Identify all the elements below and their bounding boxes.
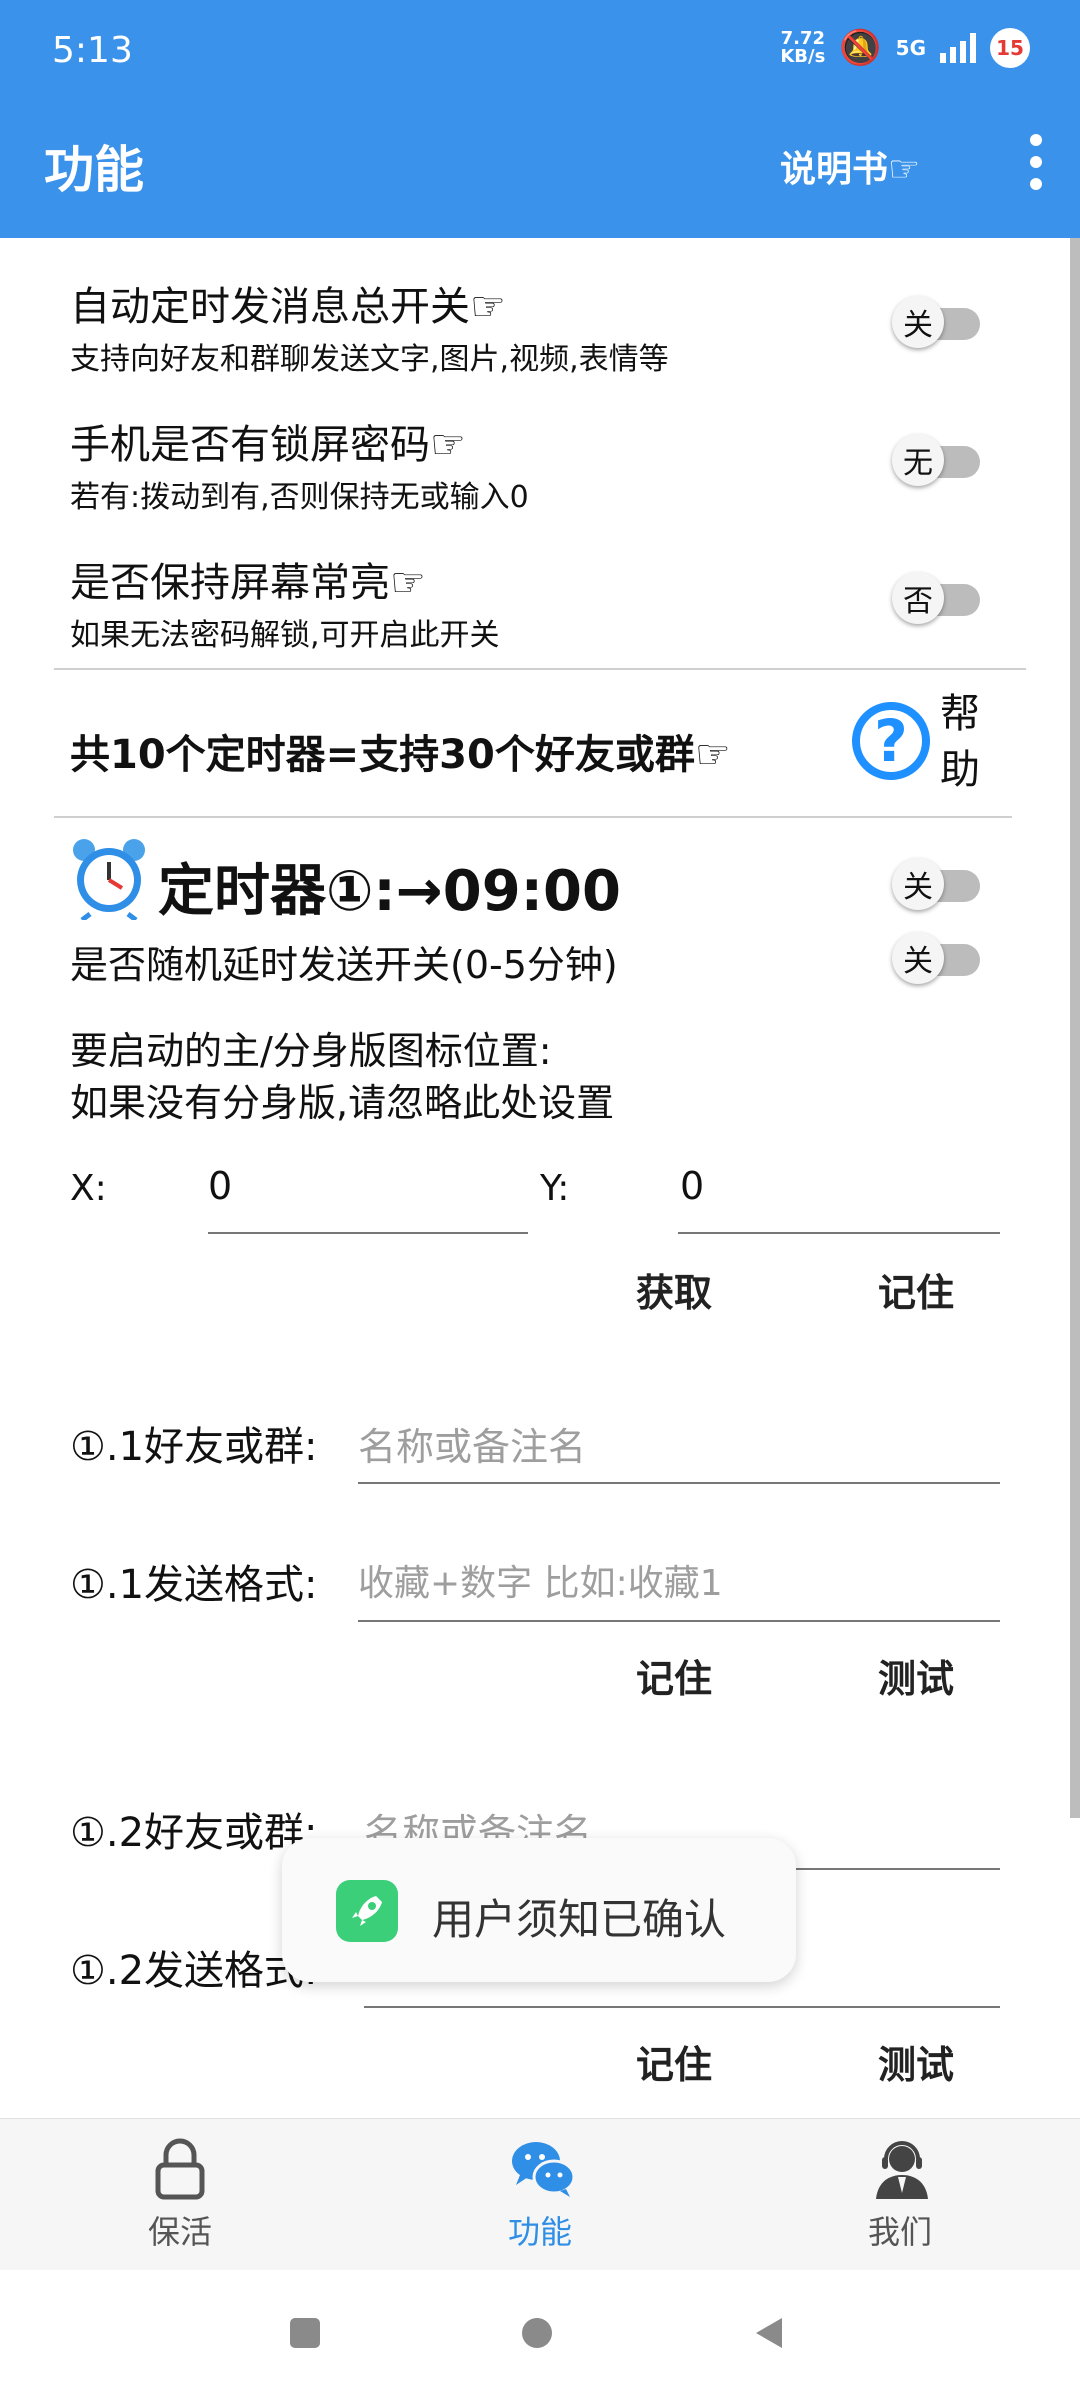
- x-input[interactable]: 0: [208, 1164, 232, 1208]
- y-input-underline: [678, 1232, 1000, 1234]
- net-speed: 7.72 KB/s: [780, 28, 826, 67]
- toast-message: 用户须知已确认: [432, 1895, 727, 1944]
- page-title: 功能: [44, 141, 144, 199]
- format-label-1: ①.1发送格式:: [70, 1562, 318, 1608]
- setting-subtitle: 支持向好友和群聊发送文字,图片,视频,表情等: [70, 342, 669, 377]
- mute-bell-icon: 🔕: [839, 28, 882, 68]
- toggle-lock-password[interactable]: 无: [892, 434, 982, 486]
- y-input[interactable]: 0: [680, 1164, 704, 1208]
- status-icons: 7.72 KB/s 🔕 5G 15: [780, 28, 1030, 68]
- format-input-1[interactable]: 收藏+数字 比如:收藏1: [358, 1554, 723, 1606]
- setting-title: 手机是否有锁屏密码☞: [70, 422, 466, 468]
- friend-label-1: ①.1好友或群:: [70, 1424, 318, 1470]
- remember-position-button[interactable]: 记住: [878, 1262, 954, 1317]
- notification-badge: 15: [990, 28, 1030, 68]
- x-label: X:: [70, 1168, 107, 1209]
- get-position-button[interactable]: 获取: [636, 1262, 712, 1317]
- recent-apps-icon[interactable]: [290, 2318, 320, 2348]
- timer-title: 定时器①:→09:00: [158, 859, 621, 924]
- icon-position-hint-2: 如果没有分身版,请忽略此处设置: [70, 1081, 615, 1125]
- toggle-random-delay[interactable]: 关: [892, 932, 982, 984]
- remember-button-2[interactable]: 记住: [636, 2034, 712, 2089]
- friend-input-1-underline: [358, 1482, 1000, 1484]
- signal-icon: [940, 33, 976, 63]
- rocket-app-icon: [336, 1880, 398, 1942]
- toggle-timer-1[interactable]: 关: [892, 858, 982, 910]
- format-input-2-underline: [364, 2006, 1000, 2008]
- toggle-auto-send[interactable]: 关: [892, 296, 982, 348]
- toggle-screen-on[interactable]: 否: [892, 572, 982, 624]
- friend-input-1[interactable]: 名称或备注名: [358, 1416, 586, 1471]
- timers-summary: 共10个定时器=支持30个好友或群☞: [70, 732, 731, 778]
- random-delay-label: 是否随机延时发送开关(0-5分钟): [70, 943, 618, 987]
- setting-subtitle: 若有:拨动到有,否则保持无或输入0: [70, 480, 529, 515]
- toast: 用户须知已确认: [282, 1838, 796, 1982]
- setting-title: 自动定时发消息总开关☞: [70, 284, 506, 330]
- format-input-1-underline: [358, 1620, 1000, 1622]
- lock-icon: [150, 2137, 210, 2201]
- support-agent-icon: [870, 2137, 930, 2201]
- remember-button-1[interactable]: 记住: [636, 1648, 712, 1703]
- scrollbar-thumb[interactable]: [1070, 238, 1080, 1818]
- nav-item-functions[interactable]: 功能: [440, 2137, 640, 2253]
- test-button-1[interactable]: 测试: [878, 1648, 954, 1703]
- x-input-underline: [208, 1232, 528, 1234]
- bottom-nav: 保活 功能 我们: [0, 2118, 1080, 2271]
- help-label[interactable]: 帮 助: [940, 686, 984, 798]
- setting-subtitle: 如果无法密码解锁,可开启此开关: [70, 618, 500, 653]
- format-label-2: ①.2发送格式:: [70, 1948, 318, 1994]
- test-button-2[interactable]: 测试: [878, 2034, 954, 2089]
- more-vert-icon[interactable]: [1026, 134, 1046, 190]
- nav-item-keepalive[interactable]: 保活: [80, 2137, 280, 2253]
- alarm-clock-icon: [70, 836, 148, 922]
- icon-position-hint: 要启动的主/分身版图标位置:: [70, 1029, 552, 1073]
- y-label: Y:: [540, 1168, 570, 1209]
- network-type: 5G: [895, 36, 926, 60]
- status-time: 5:13: [52, 30, 133, 71]
- system-nav-bar: [0, 2270, 1080, 2400]
- back-icon[interactable]: [756, 2318, 782, 2348]
- setting-title: 是否保持屏幕常亮☞: [70, 560, 426, 606]
- wechat-chat-icon: [510, 2137, 576, 2201]
- friend-label-2: ①.2好友或群:: [70, 1810, 318, 1856]
- home-icon[interactable]: [522, 2318, 552, 2348]
- divider: [54, 816, 1012, 818]
- help-circle-icon[interactable]: ?: [852, 702, 930, 780]
- manual-button[interactable]: 说明书☞: [780, 140, 920, 192]
- nav-item-about-us[interactable]: 我们: [800, 2137, 1000, 2253]
- divider: [54, 668, 1026, 670]
- app-header: 5:13 7.72 KB/s 🔕 5G 15 功能 说明书☞: [0, 0, 1080, 238]
